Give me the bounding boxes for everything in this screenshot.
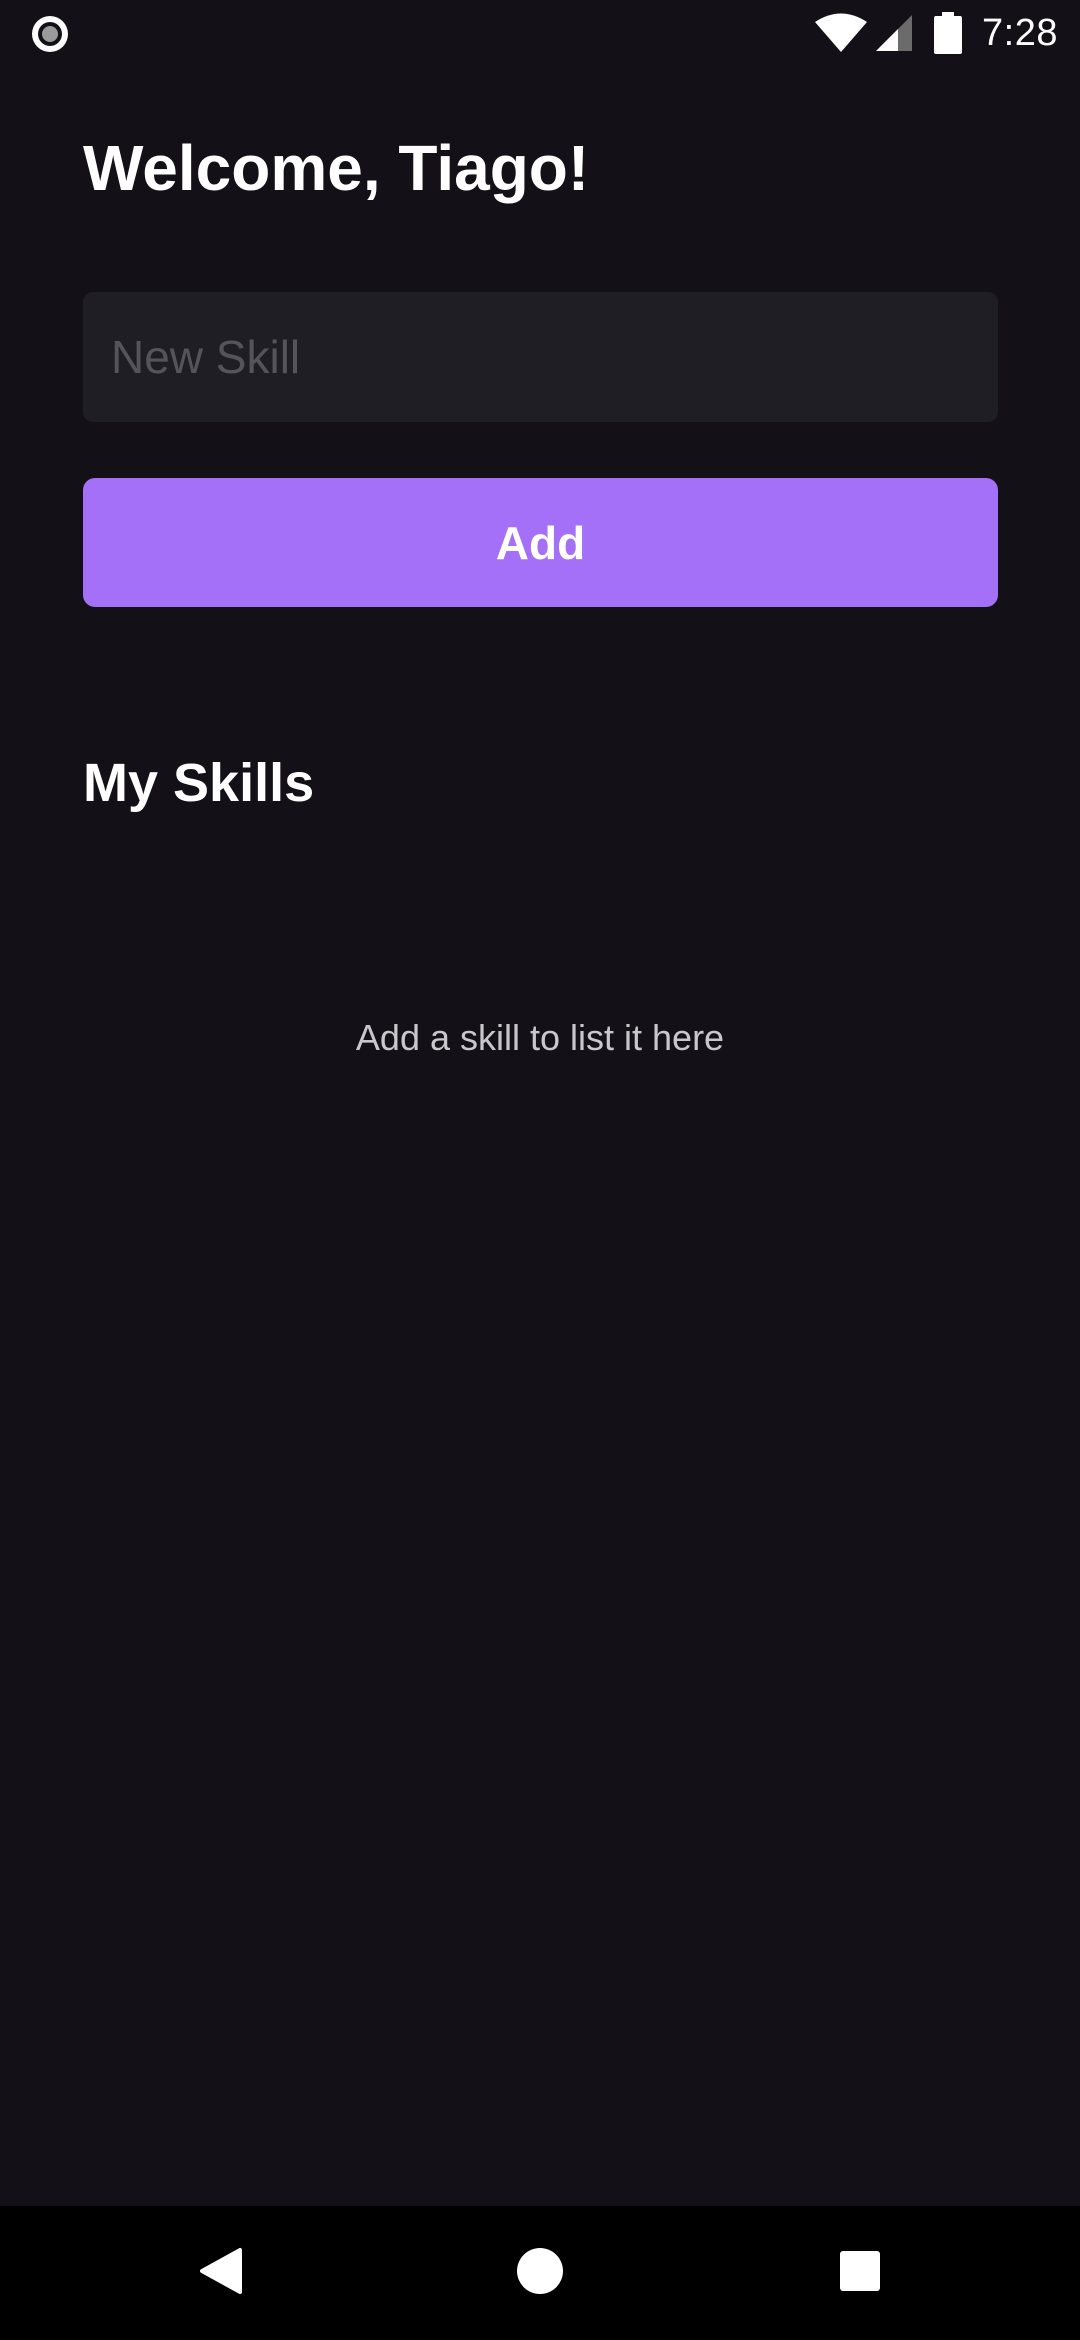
empty-list-message: Add a skill to list it here — [355, 1017, 725, 1058]
navigation-bar — [0, 2206, 1080, 2340]
back-button[interactable] — [140, 2206, 300, 2340]
status-time: 7:28 — [982, 11, 1058, 54]
record-indicator-icon — [30, 14, 70, 54]
app-screen: 7:28 Welcome, Tiago! Add My Skills Add a… — [0, 0, 1080, 2340]
recents-icon — [839, 2250, 881, 2297]
status-icons: 7:28 — [814, 0, 1058, 66]
home-icon — [516, 2247, 564, 2300]
status-bar: 7:28 — [0, 0, 1080, 66]
welcome-heading: Welcome, Tiago! — [83, 132, 590, 204]
add-button[interactable]: Add — [83, 478, 998, 607]
back-icon — [198, 2247, 242, 2300]
recents-button[interactable] — [780, 2206, 940, 2340]
battery-icon — [934, 12, 963, 54]
my-skills-heading: My Skills — [83, 753, 315, 813]
cellular-signal-icon — [874, 13, 914, 53]
wifi-icon — [814, 13, 868, 53]
home-button[interactable] — [460, 2206, 620, 2340]
new-skill-input[interactable] — [83, 292, 998, 422]
